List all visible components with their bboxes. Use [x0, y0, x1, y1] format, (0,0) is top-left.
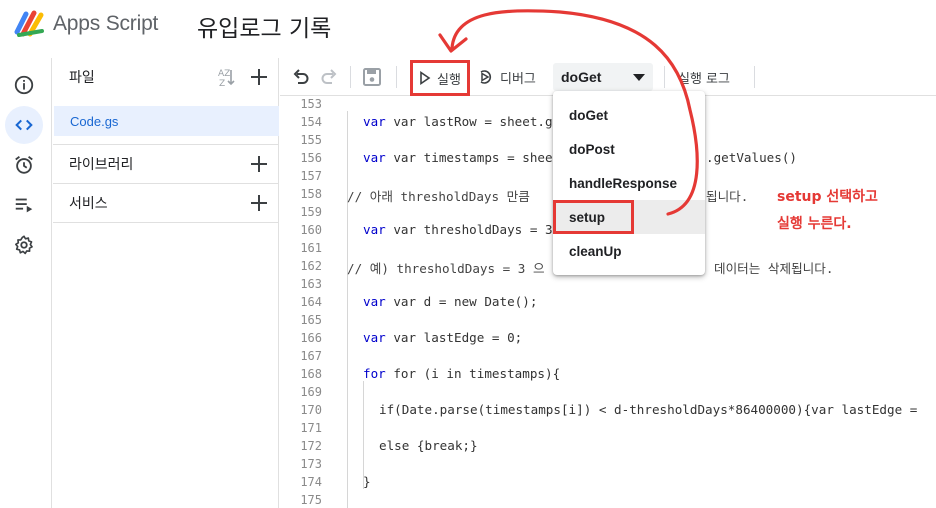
line-number: 157: [300, 169, 322, 183]
line-number: 160: [300, 223, 322, 237]
svg-text:AZ: AZ: [218, 69, 230, 79]
app-header: Apps Script 유입로그 기록: [0, 0, 936, 50]
line-number: 155: [300, 133, 322, 147]
left-nav-rail: [0, 58, 52, 508]
line-number: 169: [300, 385, 322, 399]
undo-icon[interactable]: [290, 66, 312, 88]
line-number: 154: [300, 115, 322, 129]
toolbar-divider: [754, 66, 755, 88]
play-icon: [420, 71, 431, 85]
code-comment-162-tail: 데이터는 삭제됩니다.: [714, 261, 834, 276]
annotation-line-2: 실행 누른다.: [777, 216, 852, 232]
code-line-154: var var lastRow = sheet.getLa: [363, 114, 583, 129]
line-number: 167: [300, 349, 322, 363]
line-number: 163: [300, 277, 322, 291]
line-number: 161: [300, 241, 322, 255]
code-comment-162: // 예) thresholdDays = 3 으: [347, 261, 545, 276]
line-number-gutter: 153 154 155 156 157 158 159 160 161 162 163 164 165 1…: [280, 97, 328, 508]
function-dropdown-menu: doGet doPost handleResponse setup cleanUp: [553, 91, 705, 275]
files-header: 파일 AZ Z: [53, 58, 279, 96]
line-number: 158: [300, 187, 322, 201]
debug-button[interactable]: 디버그: [478, 58, 536, 96]
debug-icon: [480, 70, 492, 84]
annotation-line-1: setup 선택하고: [777, 189, 878, 205]
divider: [53, 222, 279, 223]
line-number: 153: [300, 97, 322, 111]
line-number: 166: [300, 331, 322, 345]
gear-icon: [15, 235, 33, 255]
annotation-note: setup 선택하고 실행 누른다.: [777, 184, 878, 238]
svg-text:Z: Z: [219, 79, 225, 88]
code-line-174: }: [363, 474, 371, 489]
code-comment-158-tail: 됩니다.: [706, 189, 749, 204]
function-selected-label: doGet: [561, 69, 602, 85]
run-label: 실행: [437, 72, 461, 88]
line-number: 162: [300, 259, 322, 273]
indent-guide: [363, 381, 364, 489]
line-number: 159: [300, 205, 322, 219]
rail-executions[interactable]: [5, 186, 43, 224]
code-icon: [15, 119, 33, 131]
toolbar-divider: [350, 66, 351, 88]
code-comment-158: // 아래 thresholdDays 만큼: [347, 189, 538, 204]
code-line-172: else {break;}: [379, 438, 478, 453]
line-number: 174: [300, 475, 322, 489]
files-panel: 파일 AZ Z Code.gs 라이브러리 서비스: [53, 58, 279, 508]
services-row: 서비스: [53, 183, 279, 221]
setup-highlight-box: [553, 200, 634, 234]
line-number: 165: [300, 313, 322, 327]
file-code-gs[interactable]: Code.gs: [54, 106, 279, 136]
rail-settings[interactable]: [5, 226, 43, 264]
execution-log-label: 실행 로그: [678, 71, 730, 87]
code-line-164: var var d = new Date();: [363, 294, 538, 309]
rail-overview[interactable]: [5, 66, 43, 104]
dropdown-option-cleanup[interactable]: cleanUp: [553, 234, 705, 268]
add-service-plus-icon[interactable]: [247, 191, 271, 215]
indent-guide: [347, 111, 348, 508]
debug-label: 디버그: [500, 71, 536, 87]
project-title[interactable]: 유입로그 기록: [197, 9, 331, 43]
libraries-label: 라이브러리: [69, 156, 134, 173]
libraries-row: 라이브러리: [53, 144, 279, 182]
line-number: 164: [300, 295, 322, 309]
run-button[interactable]: 실행: [410, 60, 470, 96]
toolbar-divider: [664, 66, 665, 88]
app-name: Apps Script: [53, 12, 159, 35]
apps-script-logo-icon[interactable]: [14, 10, 46, 38]
line-number: 172: [300, 439, 322, 453]
redo-icon[interactable]: [318, 66, 340, 88]
line-number: 171: [300, 421, 322, 435]
files-label: 파일: [69, 70, 95, 86]
line-number: 175: [300, 493, 322, 507]
code-line-166: var var lastEdge = 0;: [363, 330, 523, 345]
toolbar-divider: [396, 66, 397, 88]
dropdown-option-dopost[interactable]: doPost: [553, 132, 705, 166]
rail-editor[interactable]: [5, 106, 43, 144]
dropdown-option-doget[interactable]: doGet: [553, 98, 705, 132]
code-line-160: var var thresholdDays = 3: [363, 222, 553, 237]
line-number: 156: [300, 151, 322, 165]
code-line-156-tail: .getValues(): [706, 150, 797, 165]
code-line-156: var var timestamps = sheet.ge: [363, 150, 583, 165]
code-line-168: for for (i in timestamps){: [363, 366, 561, 381]
line-number: 173: [300, 457, 322, 471]
add-file-plus-icon[interactable]: [247, 65, 271, 89]
caret-down-icon: [633, 74, 645, 81]
add-library-plus-icon[interactable]: [247, 152, 271, 176]
code-line-170: if(Date.parse(timestamps[i]) < d-thresho…: [379, 402, 918, 417]
function-select[interactable]: doGet: [553, 63, 653, 91]
sort-az-icon[interactable]: AZ Z: [217, 66, 239, 88]
executions-icon: [15, 198, 33, 213]
services-label: 서비스: [69, 195, 108, 212]
alarm-clock-icon: [15, 156, 33, 174]
save-icon[interactable]: [361, 66, 383, 88]
line-number: 170: [300, 403, 322, 417]
rail-triggers[interactable]: [5, 146, 43, 184]
info-icon: [14, 75, 34, 95]
line-number: 168: [300, 367, 322, 381]
dropdown-option-handleresponse[interactable]: handleResponse: [553, 166, 705, 200]
